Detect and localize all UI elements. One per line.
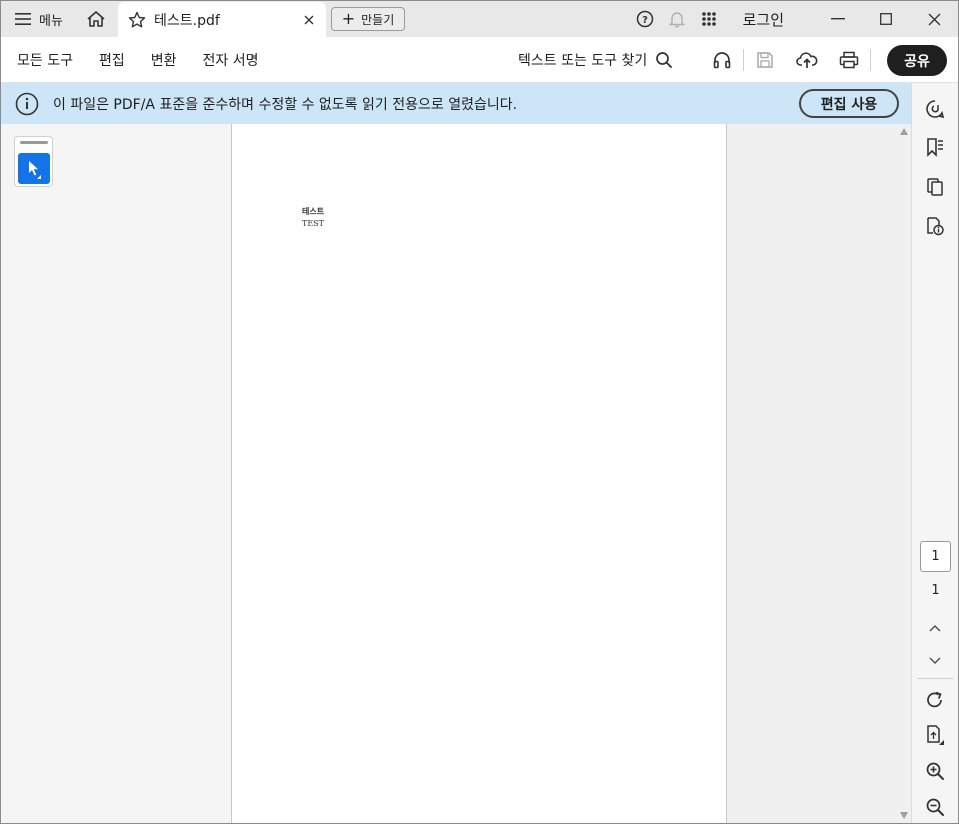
svg-text:?: ? [642,15,648,26]
close-window-button[interactable] [910,1,958,37]
info-icon [15,92,39,116]
select-tool-button[interactable] [18,153,50,184]
menu-all-tools[interactable]: 모든 도구 [17,50,73,70]
scroll-up-arrow-icon[interactable] [900,128,908,135]
info-message: 이 파일은 PDF/A 표준을 준수하며 수정할 수 없도록 읽기 전용으로 열… [53,96,518,113]
upload-button[interactable] [786,37,828,83]
scroll-down-arrow-icon[interactable] [900,812,908,819]
menu-convert[interactable]: 변환 [151,50,177,70]
main-toolbar: 모든 도구 편집 변환 전자 서명 텍스트 또는 도구 찾기 공유 [1,37,958,83]
headphones-icon [713,52,731,69]
share-button[interactable]: 공유 [887,45,947,76]
cursor-arrow-icon [29,160,41,179]
readonly-info-bar: 이 파일은 PDF/A 표준을 준수하며 수정할 수 없도록 읽기 전용으로 열… [1,83,911,124]
menu-button[interactable]: 메뉴 [1,1,77,37]
plus-icon: + [341,9,356,28]
create-button[interactable]: + 만들기 [331,7,405,31]
menu-edit[interactable]: 편집 [99,50,125,70]
apps-grid-icon[interactable] [693,1,725,37]
page-text-english: TEST [302,219,324,228]
save-icon [757,52,773,68]
pdf-page: 테스트 TEST [232,124,727,823]
minimize-button[interactable] [814,1,862,37]
right-rail: 1 1 [911,83,958,823]
search-label: 텍스트 또는 도구 찾기 [518,53,648,69]
cloud-upload-icon [796,52,818,68]
login-button[interactable]: 로그인 [743,9,784,30]
chevron-up-icon[interactable] [920,613,950,643]
quick-tools-card [14,136,53,187]
tool-search[interactable]: 텍스트 또는 도구 찾기 [518,37,673,83]
menu-label: 메뉴 [39,13,63,29]
vertical-scrollbar[interactable] [897,124,911,823]
chevron-down-icon[interactable] [920,646,950,676]
help-icon[interactable]: ? [629,1,661,37]
print-button[interactable] [828,37,870,83]
create-label: 만들기 [361,12,395,27]
search-icon[interactable] [655,51,673,69]
tab-label: 테스트.pdf [154,12,220,29]
menu-e-sign[interactable]: 전자 서명 [203,50,259,70]
maximize-icon [880,13,892,25]
title-bar: 메뉴 테스트.pdf + 만들기 ? 로그인 [1,1,958,37]
page-number-input[interactable]: 1 [920,541,951,572]
title-right-controls: ? 로그인 [629,1,958,37]
save-button[interactable] [744,37,786,83]
app-window: 메뉴 테스트.pdf + 만들기 ? 로그인 모든 도구 편집 변환 전자 서명… [0,0,959,824]
zoom-in-icon[interactable] [920,756,950,786]
rail-separator [918,678,953,679]
maximize-button[interactable] [862,1,910,37]
page-display-icon[interactable] [920,720,950,750]
pages-icon[interactable] [920,172,950,202]
close-tab-icon[interactable] [298,15,320,25]
rotate-icon[interactable] [920,685,950,715]
home-button[interactable] [77,1,115,37]
drag-handle[interactable] [20,141,48,144]
document-tab[interactable]: 테스트.pdf [118,2,326,37]
minimize-icon [831,18,845,20]
zoom-out-icon[interactable] [920,792,950,822]
toolbar-icons [701,37,871,83]
printer-icon [839,51,859,69]
document-viewport[interactable]: 테스트 TEST [232,124,897,823]
page-text-korean: 테스트 [302,207,325,216]
bookmark-icon[interactable] [920,132,950,162]
toolbar-separator-2 [870,49,871,71]
home-icon [87,11,105,27]
hamburger-icon [15,13,31,25]
bell-icon[interactable] [661,1,693,37]
left-tools-panel [1,124,232,823]
read-aloud-button[interactable] [701,37,743,83]
close-icon [928,13,940,25]
enable-editing-button[interactable]: 편집 사용 [799,89,899,118]
star-icon[interactable] [128,11,146,29]
document-security-icon[interactable] [920,211,950,241]
comment-icon[interactable] [920,94,950,124]
page-total: 1 [931,583,940,598]
